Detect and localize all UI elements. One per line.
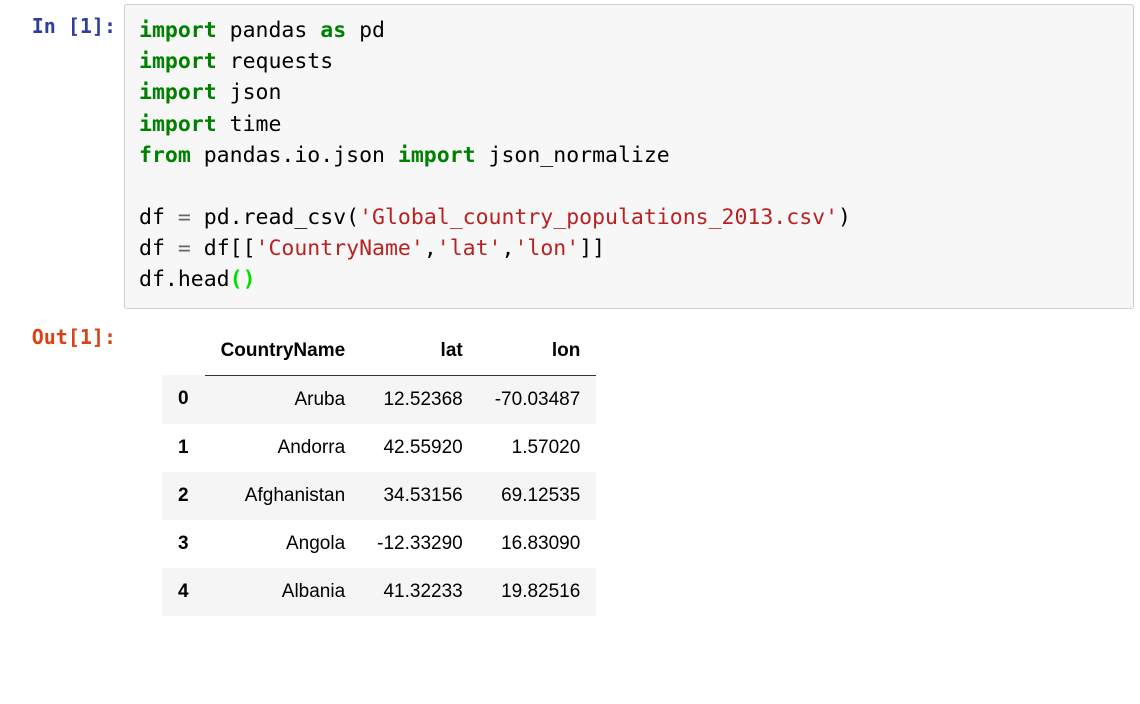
cell-lon: 16.83090	[479, 520, 597, 568]
header-countryname: CountryName	[205, 327, 362, 376]
cell-countryname: Andorra	[205, 424, 362, 472]
row-index: 4	[162, 568, 205, 616]
paren-close: )	[243, 267, 256, 292]
paren-open: (	[230, 267, 243, 292]
table-row: 0 Aruba 12.52368 -70.03487	[162, 375, 596, 424]
cell-lat: 12.52368	[361, 375, 479, 424]
comma: ,	[502, 236, 515, 261]
kw-import: import	[139, 18, 217, 43]
expr-df-cols-close: ]]	[579, 236, 605, 261]
header-index	[162, 327, 205, 376]
row-index: 2	[162, 472, 205, 520]
row-index: 1	[162, 424, 205, 472]
var-df: df	[139, 205, 165, 230]
op-assign: =	[178, 236, 191, 261]
code-editor[interactable]: import pandas as pd import requests impo…	[124, 4, 1134, 309]
cell-countryname: Albania	[205, 568, 362, 616]
paren-close: )	[838, 205, 851, 230]
mod-pandas: pandas	[230, 18, 308, 43]
row-index: 3	[162, 520, 205, 568]
table-row: 4 Albania 41.32233 19.82516	[162, 568, 596, 616]
cell-lon: -70.03487	[479, 375, 597, 424]
cell-lon: 19.82516	[479, 568, 597, 616]
kw-from: from	[139, 143, 191, 168]
kw-import: import	[139, 112, 217, 137]
mod-pandas-io-json: pandas.io.json	[204, 143, 385, 168]
expr-df-cols-open: df[[	[204, 236, 256, 261]
call-df-head: df.head	[139, 267, 230, 292]
cell-lat: 42.55920	[361, 424, 479, 472]
call-read-csv: pd.read_csv	[204, 205, 346, 230]
paren-open: (	[346, 205, 359, 230]
row-index: 0	[162, 375, 205, 424]
dataframe-body: 0 Aruba 12.52368 -70.03487 1 Andorra 42.…	[162, 375, 596, 616]
op-assign: =	[178, 205, 191, 230]
cell-lat: 34.53156	[361, 472, 479, 520]
output-cell: Out[1]: CountryName lat lon 0 Aruba 12.5…	[6, 315, 1134, 616]
kw-import: import	[139, 49, 217, 74]
dataframe-header: CountryName lat lon	[162, 327, 596, 376]
var-df: df	[139, 236, 165, 261]
cell-lat: -12.33290	[361, 520, 479, 568]
str-col1: 'CountryName'	[256, 236, 424, 261]
comma: ,	[424, 236, 437, 261]
dataframe-table: CountryName lat lon 0 Aruba 12.52368 -70…	[162, 327, 596, 616]
mod-json: json	[230, 80, 282, 105]
kw-import: import	[398, 143, 476, 168]
header-lon: lon	[479, 327, 597, 376]
str-col3: 'lon'	[514, 236, 579, 261]
table-row: 3 Angola -12.33290 16.83090	[162, 520, 596, 568]
kw-import: import	[139, 80, 217, 105]
cell-countryname: Afghanistan	[205, 472, 362, 520]
mod-time: time	[230, 112, 282, 137]
cell-lon: 69.12535	[479, 472, 597, 520]
kw-as: as	[320, 18, 346, 43]
name-json-normalize: json_normalize	[489, 143, 670, 168]
mod-requests: requests	[230, 49, 334, 74]
cell-countryname: Angola	[205, 520, 362, 568]
str-csv-file: 'Global_country_populations_2013.csv'	[359, 205, 838, 230]
header-lat: lat	[361, 327, 479, 376]
cell-lon: 1.57020	[479, 424, 597, 472]
output-prompt: Out[1]:	[6, 315, 124, 349]
output-area: CountryName lat lon 0 Aruba 12.52368 -70…	[124, 315, 1134, 616]
cell-lat: 41.32233	[361, 568, 479, 616]
table-row: 1 Andorra 42.55920 1.57020	[162, 424, 596, 472]
input-prompt: In [1]:	[6, 4, 124, 38]
cell-countryname: Aruba	[205, 375, 362, 424]
alias-pd: pd	[359, 18, 385, 43]
str-col2: 'lat'	[437, 236, 502, 261]
table-row: 2 Afghanistan 34.53156 69.12535	[162, 472, 596, 520]
input-cell: In [1]: import pandas as pd import reque…	[6, 4, 1134, 309]
